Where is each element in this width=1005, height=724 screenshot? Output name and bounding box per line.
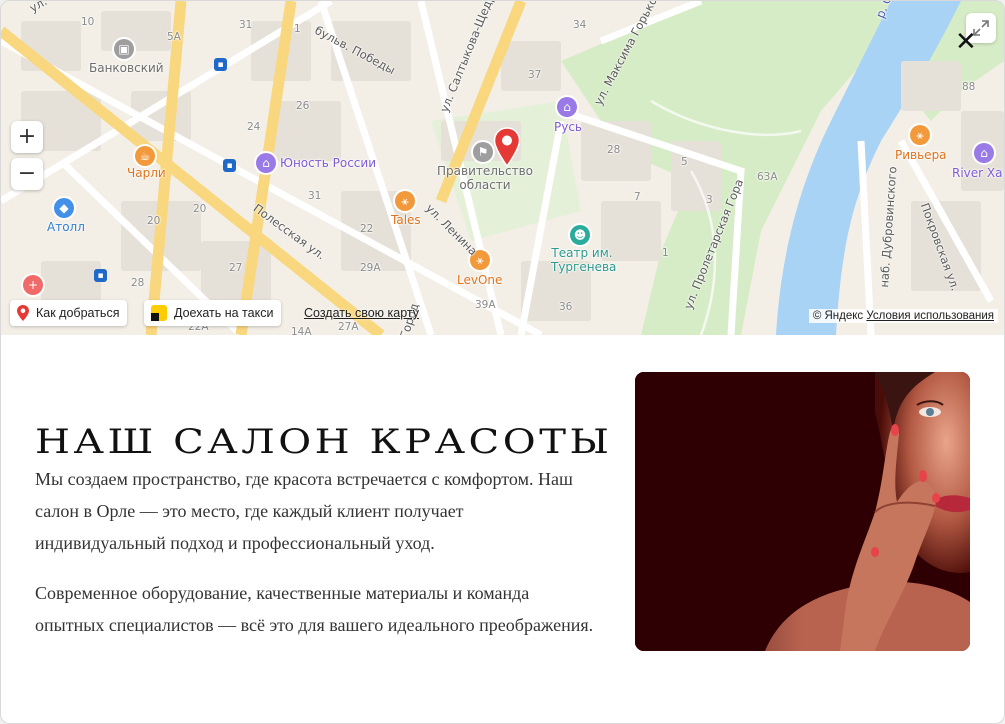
house-number: 63А bbox=[757, 171, 778, 183]
house-number: 36 bbox=[559, 301, 573, 313]
paragraph-intro: Мы создаем пространство, где красота вст… bbox=[35, 469, 573, 553]
house-number: 27А bbox=[338, 321, 359, 333]
paragraph-equipment: Современное оборудование, качественные м… bbox=[35, 583, 594, 635]
pharmacy-icon[interactable]: + bbox=[23, 275, 43, 295]
close-button[interactable]: ✕ bbox=[955, 29, 977, 55]
bus-stop-icon[interactable]: ▪ bbox=[223, 159, 236, 172]
zoom-out-button[interactable]: − bbox=[11, 158, 43, 190]
house-number: 1 bbox=[662, 247, 669, 259]
house-number: 3 bbox=[706, 194, 713, 206]
shopping-bag-icon[interactable]: ◆ bbox=[54, 198, 74, 218]
house-number: 28 bbox=[131, 277, 145, 289]
map-copyright: © Яндекс Условия использования bbox=[808, 309, 998, 323]
taxi-button[interactable]: Доехать на такси bbox=[144, 300, 282, 326]
house-number: 37 bbox=[528, 69, 542, 81]
about-section: Наш салон красоты Мы создаем пространств… bbox=[1, 335, 1004, 723]
taxi-button-label: Доехать на такси bbox=[174, 306, 274, 320]
hotel-icon[interactable]: ⌂ bbox=[557, 97, 577, 117]
map-label-levone: LevOne bbox=[457, 273, 503, 287]
page-frame: ▣ ☕ ◆ ⌂ ⚑ ⚹ ⚹ ⌂ ☻ ⚹ ⌂ + ▪ ▪ ▪ Банковский… bbox=[0, 0, 1005, 724]
restaurant-icon[interactable]: ⚹ bbox=[395, 191, 415, 211]
house-number: 5 bbox=[681, 156, 688, 168]
house-number: 10 bbox=[81, 16, 95, 28]
house-number: 39А bbox=[475, 299, 496, 311]
theatre-icon[interactable]: ☻ bbox=[570, 225, 590, 245]
house-number: 24 bbox=[247, 121, 261, 133]
map-label-yunost: Юность России bbox=[280, 156, 376, 170]
section-title: Наш салон красоты bbox=[35, 421, 613, 462]
house-number: 1 bbox=[294, 23, 301, 35]
house-number: 28 bbox=[607, 144, 621, 156]
house-number: 27 bbox=[229, 262, 243, 274]
map-label-river-ha: River Ха bbox=[952, 166, 1003, 180]
bus-stop-icon[interactable]: ▪ bbox=[94, 269, 107, 282]
house-number: 14А bbox=[291, 326, 312, 335]
salon-photo bbox=[635, 372, 970, 651]
house-number: 31 bbox=[308, 190, 322, 202]
portrait-image bbox=[635, 372, 970, 651]
bus-stop-icon[interactable]: ▪ bbox=[214, 58, 227, 71]
map-label-teatr: Театр им. Тургенева bbox=[551, 246, 617, 274]
house-number: 7 bbox=[634, 191, 641, 203]
house-number: 34 bbox=[573, 19, 587, 31]
hotel-icon[interactable]: ⌂ bbox=[974, 143, 994, 163]
create-map-link[interactable]: Создать свою карту bbox=[304, 306, 419, 320]
map-label-rus: Русь bbox=[554, 120, 583, 134]
restaurant-icon[interactable]: ⚹ bbox=[910, 125, 930, 145]
house-number: 20 bbox=[147, 215, 161, 227]
house-number: 22 bbox=[360, 223, 374, 235]
taxi-icon bbox=[150, 304, 168, 322]
hotel-icon[interactable]: ⌂ bbox=[256, 153, 276, 173]
map-label-bankovskiy: Банковский bbox=[89, 61, 164, 75]
location-pin-icon[interactable] bbox=[493, 127, 521, 172]
house-number: 26 bbox=[296, 100, 310, 112]
cafe-icon[interactable]: ☕ bbox=[135, 146, 155, 166]
copyright-text: © Яндекс bbox=[812, 310, 864, 322]
bank-icon[interactable]: ▣ bbox=[114, 39, 134, 59]
route-pin-icon bbox=[16, 304, 30, 322]
house-number: 20 bbox=[193, 203, 207, 215]
map-label-atoll: Атолл bbox=[47, 220, 85, 234]
house-number: 5А bbox=[167, 31, 181, 43]
map-label-charli: Чарли bbox=[127, 166, 166, 180]
government-flag-icon[interactable]: ⚑ bbox=[473, 142, 493, 162]
route-button[interactable]: Как добраться bbox=[10, 300, 128, 326]
route-button-label: Как добраться bbox=[36, 306, 120, 320]
map-label-tales: Tales bbox=[391, 213, 421, 227]
house-number: 29А bbox=[360, 262, 381, 274]
house-number: 31 bbox=[239, 19, 253, 31]
yandex-map[interactable]: ▣ ☕ ◆ ⌂ ⚑ ⚹ ⚹ ⌂ ☻ ⚹ ⌂ + ▪ ▪ ▪ Банковский… bbox=[1, 1, 1004, 335]
house-number: 88 bbox=[962, 81, 976, 93]
terms-link[interactable]: Условия использования bbox=[866, 310, 994, 322]
zoom-in-button[interactable]: + bbox=[11, 121, 43, 153]
map-label-riviera: Ривьера bbox=[895, 148, 947, 162]
